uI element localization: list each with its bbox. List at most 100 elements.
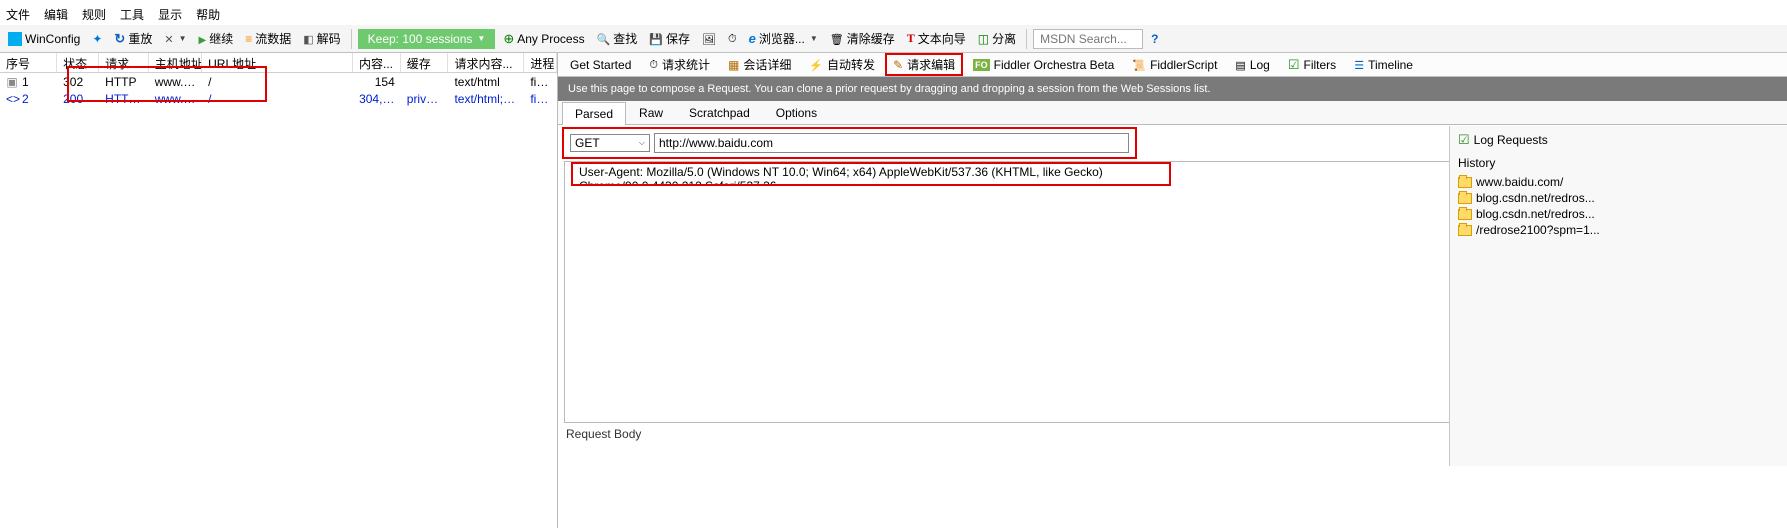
- windows-icon: [8, 32, 22, 46]
- separator: [351, 29, 352, 49]
- folder-icon: [1458, 177, 1472, 188]
- edit-icon: [893, 58, 903, 72]
- tab-log[interactable]: Log: [1227, 55, 1277, 75]
- tab-timeline[interactable]: Timeline: [1346, 55, 1421, 75]
- col-content[interactable]: 内容...: [353, 53, 401, 72]
- stream-icon: [245, 32, 252, 46]
- ctab-raw[interactable]: Raw: [626, 101, 676, 124]
- check-icon: [1458, 132, 1470, 148]
- menu-help[interactable]: 帮助: [196, 6, 220, 23]
- col-proto[interactable]: 请求...: [99, 53, 149, 72]
- ctab-parsed[interactable]: Parsed: [562, 102, 626, 125]
- save-button[interactable]: 保存: [645, 28, 694, 49]
- text-icon: [907, 31, 915, 46]
- decode-icon: [303, 32, 313, 46]
- tab-autoresponder[interactable]: 自动转发: [801, 53, 883, 76]
- trash-icon: [830, 32, 844, 46]
- anyprocess-button[interactable]: Any Process: [499, 29, 588, 49]
- session-row[interactable]: ▣1302HTTPwww.ba.../154text/htmlfiddl: [0, 73, 557, 90]
- menu-tools[interactable]: 工具: [120, 6, 144, 23]
- tab-statistics[interactable]: 请求统计: [641, 53, 718, 76]
- col-status[interactable]: 状态...: [57, 53, 99, 72]
- col-num[interactable]: 序号: [0, 53, 57, 72]
- col-proc[interactable]: 进程: [524, 53, 557, 72]
- clearcache-button[interactable]: 清除缓存: [826, 28, 899, 49]
- decode-button[interactable]: 解码: [299, 28, 344, 49]
- inspector-tabs: Get Started 请求统计 会话详细 自动转发 请求编辑 FOFiddle…: [558, 53, 1787, 77]
- session-row[interactable]: <>2200HTTPSwww.ba.../304,428private...te…: [0, 90, 557, 107]
- winconfig-button[interactable]: WinConfig: [4, 30, 84, 48]
- method-select[interactable]: GET⌵: [570, 134, 650, 152]
- clear-icon: [164, 32, 173, 46]
- screenshot-button[interactable]: [698, 30, 720, 48]
- request-line: GET⌵ http://www.baidu.com: [562, 127, 1137, 159]
- history-label: History: [1458, 156, 1779, 170]
- keep-sessions-button[interactable]: Keep: 100 sessions▼: [358, 29, 496, 49]
- col-host[interactable]: 主机地址: [149, 53, 202, 72]
- menu-bar: 文件 编辑 规则 工具 显示 帮助: [0, 4, 1787, 25]
- lightning-icon: [809, 58, 823, 72]
- history-item[interactable]: www.baidu.com/: [1458, 174, 1779, 190]
- col-reqtype[interactable]: 请求内容...: [448, 53, 524, 72]
- dropdown-icon: ▼: [477, 34, 485, 43]
- sessions-body[interactable]: ▣1302HTTPwww.ba.../154text/htmlfiddl<>22…: [0, 73, 557, 528]
- toolbar: WinConfig ✦ 重放 ▼ 继续 流数据 解码 Keep: 100 ses…: [0, 25, 1787, 53]
- menu-view[interactable]: 显示: [158, 6, 182, 23]
- save-icon: [649, 32, 663, 46]
- tab-inspectors[interactable]: 会话详细: [720, 53, 799, 76]
- ctab-options[interactable]: Options: [763, 101, 830, 124]
- clock-icon: [728, 31, 737, 46]
- sessions-header: 序号 状态... 请求... 主机地址 URL地址 内容... 缓存 请求内容.…: [0, 53, 557, 73]
- tab-getstarted[interactable]: Get Started: [562, 55, 639, 75]
- folder-icon: [1458, 225, 1472, 236]
- dropdown-icon: ⌵: [639, 138, 645, 148]
- play-icon: [198, 32, 206, 46]
- replay-icon: [114, 31, 125, 47]
- remove-button[interactable]: ▼: [160, 30, 190, 48]
- camera-icon: [702, 32, 716, 46]
- stream-button[interactable]: 流数据: [241, 28, 295, 49]
- help-button[interactable]: [1147, 30, 1162, 48]
- textwizard-button[interactable]: 文本向导: [903, 28, 970, 49]
- target-icon: [503, 31, 514, 47]
- menu-rules[interactable]: 规则: [82, 6, 106, 23]
- folder-icon: [1458, 193, 1472, 204]
- log-history-panel: Log Requests History www.baidu.com/blog.…: [1449, 126, 1787, 466]
- col-url[interactable]: URL地址: [202, 53, 353, 72]
- headers-content[interactable]: User-Agent: Mozilla/5.0 (Windows NT 10.0…: [571, 162, 1171, 186]
- check-icon: [1288, 57, 1300, 73]
- tab-filters[interactable]: Filters: [1280, 54, 1344, 76]
- tab-composer[interactable]: 请求编辑: [885, 53, 963, 76]
- log-icon: [1235, 58, 1245, 72]
- find-icon: [597, 32, 611, 46]
- col-cache[interactable]: 缓存: [401, 53, 449, 72]
- menu-edit[interactable]: 编辑: [44, 6, 68, 23]
- tab-fiddlerscript[interactable]: FiddlerScript: [1124, 55, 1225, 75]
- comment-button[interactable]: ✦: [88, 30, 106, 48]
- composer-tabs: Parsed Raw Scratchpad Options: [558, 101, 1787, 125]
- tearoff-button[interactable]: 分离: [974, 28, 1020, 49]
- history-item[interactable]: blog.csdn.net/redros...: [1458, 206, 1779, 222]
- history-item[interactable]: /redrose2100?spm=1...: [1458, 222, 1779, 238]
- ctab-scratchpad[interactable]: Scratchpad: [676, 101, 763, 124]
- dropdown-icon: ▼: [810, 34, 818, 43]
- separator: [1026, 29, 1027, 49]
- grid-icon: [728, 58, 739, 72]
- msdn-search-input[interactable]: [1033, 29, 1143, 49]
- timer-button[interactable]: [724, 29, 741, 48]
- dropdown-icon: ▼: [179, 34, 187, 43]
- menu-file[interactable]: 文件: [6, 6, 30, 23]
- history-item[interactable]: blog.csdn.net/redros...: [1458, 190, 1779, 206]
- timeline-icon: [1354, 58, 1364, 72]
- replay-button[interactable]: 重放: [110, 28, 156, 49]
- log-requests-checkbox[interactable]: Log Requests: [1458, 132, 1779, 148]
- help-icon: [1151, 32, 1158, 46]
- composer-hint: Use this page to compose a Request. You …: [558, 77, 1787, 101]
- tab-fiddler-orchestra[interactable]: FOFiddler Orchestra Beta: [965, 55, 1122, 75]
- clock-icon: [649, 57, 658, 72]
- go-button[interactable]: 继续: [194, 28, 237, 49]
- split-icon: [978, 32, 989, 46]
- browser-button[interactable]: 浏览器...▼: [745, 28, 822, 49]
- url-input[interactable]: http://www.baidu.com: [654, 133, 1129, 153]
- find-button[interactable]: 查找: [593, 28, 642, 49]
